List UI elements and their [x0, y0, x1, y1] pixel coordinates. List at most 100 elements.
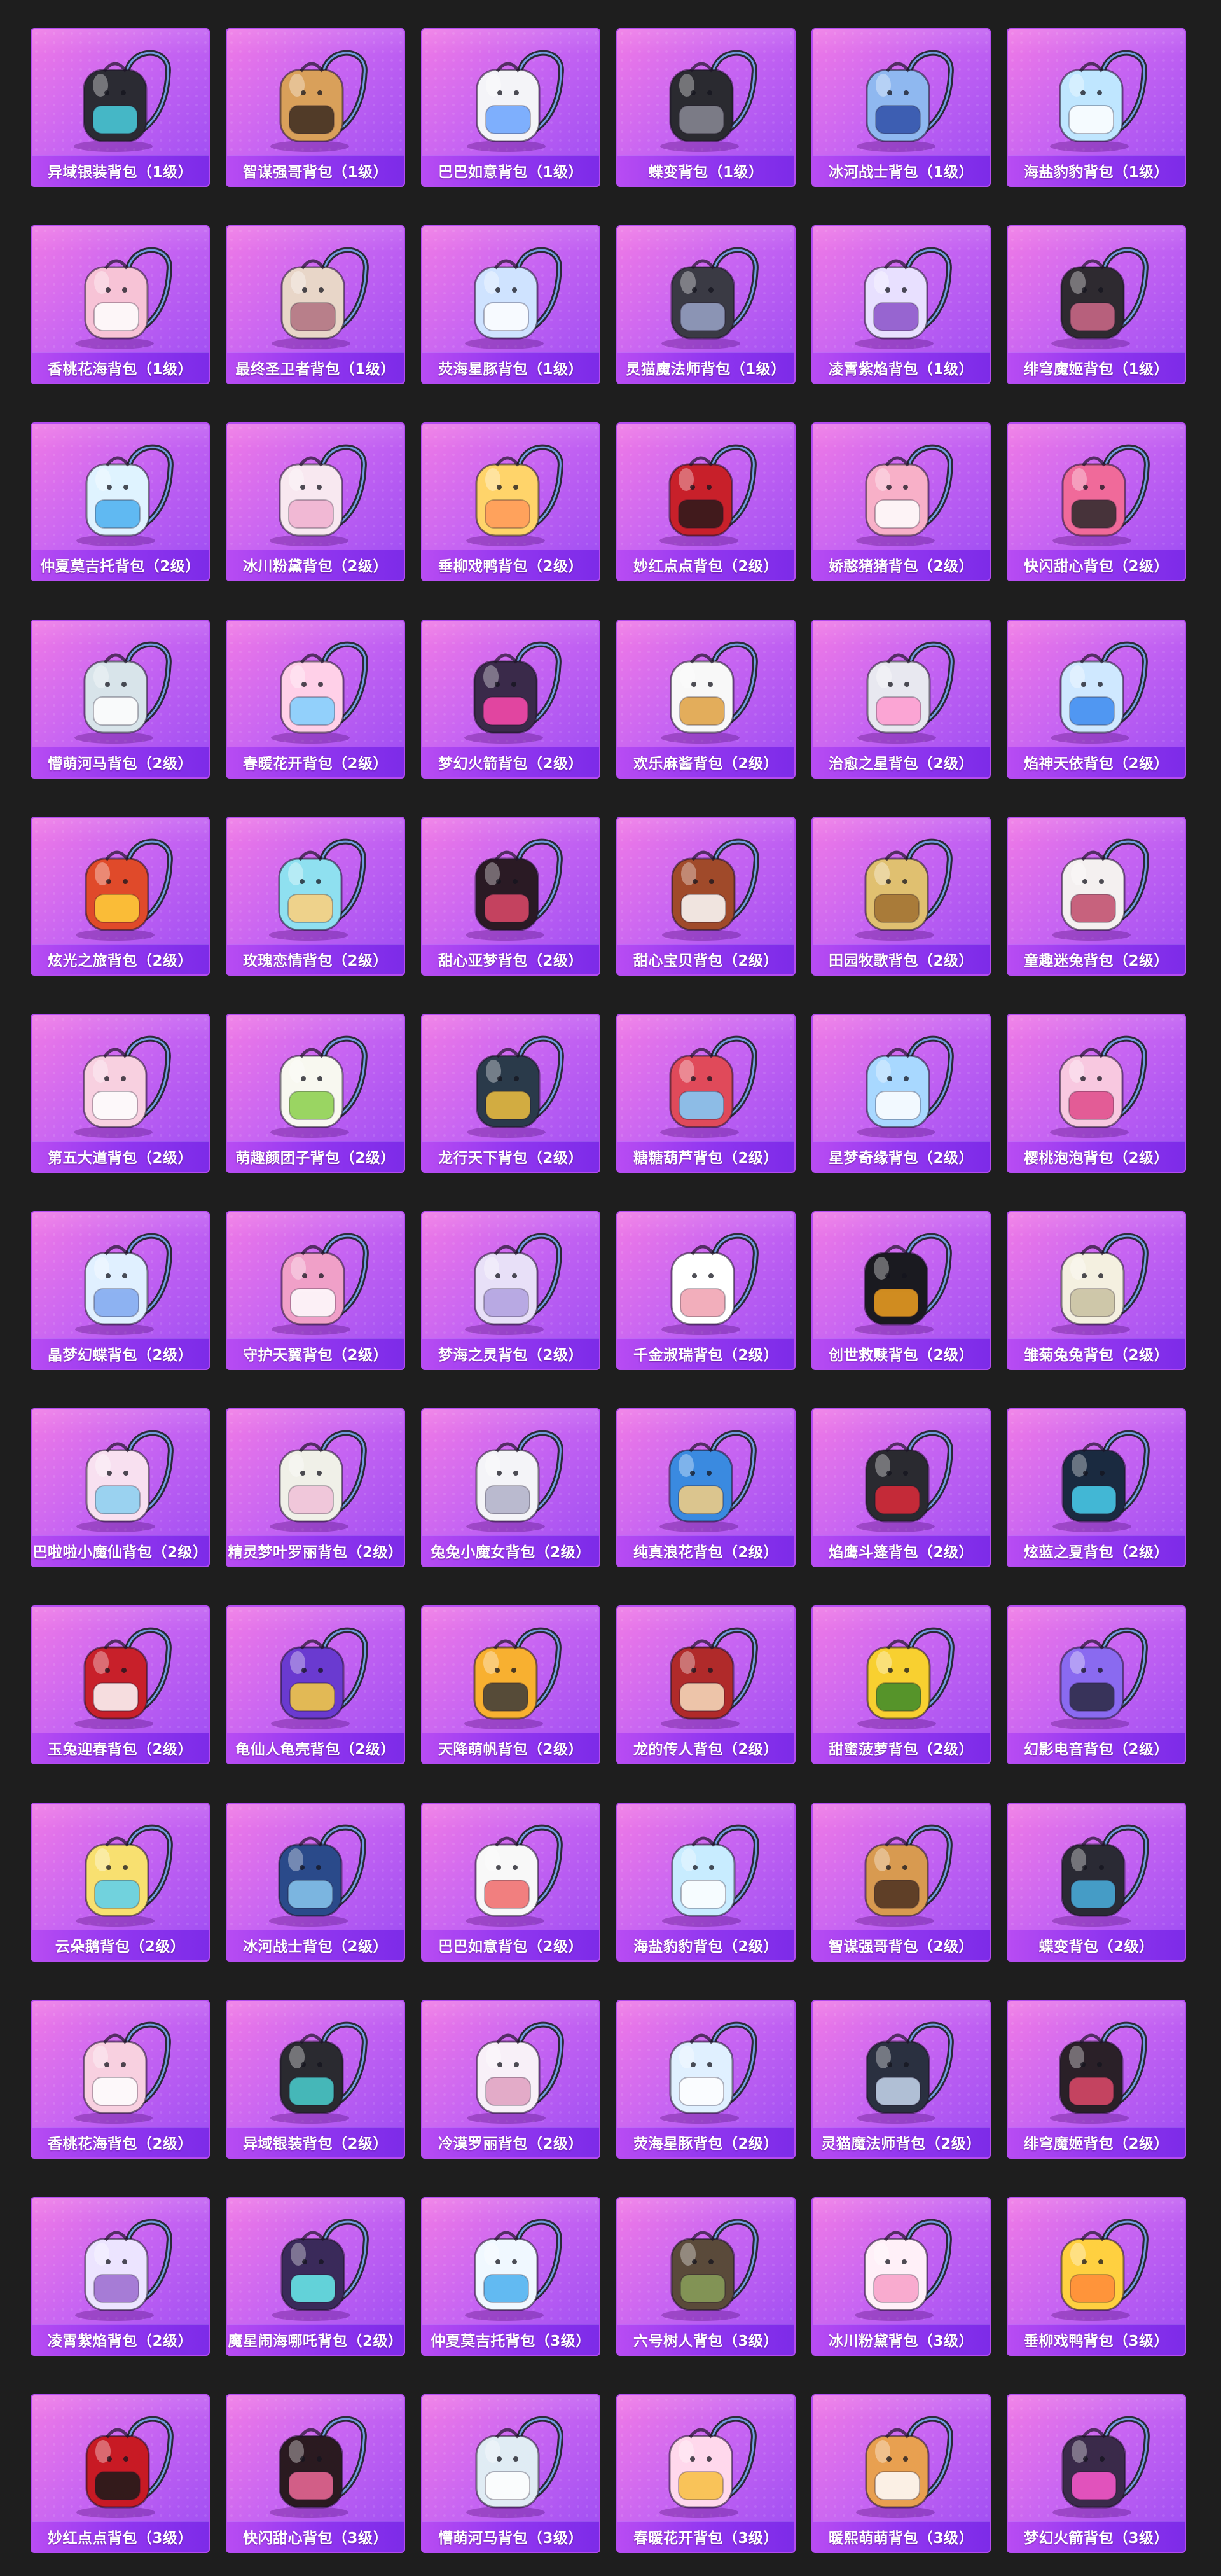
backpack-card[interactable]: 快闪甜心背包（3级） — [226, 2394, 405, 2553]
label-bar: 田园牧歌背包（2级） — [813, 944, 990, 974]
backpack-name: 冷漠罗丽背包（2级） — [438, 2136, 583, 2152]
backpack-card[interactable]: 异域银装背包（1级） — [31, 28, 210, 187]
backpack-card[interactable]: 海盐豹豹背包（2级） — [616, 1803, 796, 1962]
backpack-name: 六号树人背包（3级） — [633, 2333, 778, 2350]
backpack-icon — [813, 1415, 990, 1535]
backpack-card[interactable]: 治愈之星背包（2级） — [811, 620, 991, 779]
backpack-card[interactable]: 欢乐麻酱背包（2级） — [616, 620, 796, 779]
backpack-card[interactable]: 垂柳戏鸭背包（3级） — [1007, 2197, 1186, 2356]
backpack-card[interactable]: 龙的传人背包（2级） — [616, 1605, 796, 1764]
backpack-card[interactable]: 香桃花海背包（2级） — [31, 2000, 210, 2159]
backpack-card[interactable]: 魔星闹海哪吒背包（2级） — [226, 2197, 405, 2356]
backpack-card[interactable]: 幻影电音背包（2级） — [1007, 1605, 1186, 1764]
backpack-card[interactable]: 暖熙萌萌背包（3级） — [811, 2394, 991, 2553]
backpack-card[interactable]: 梦幻火箭背包（3级） — [1007, 2394, 1186, 2553]
backpack-card[interactable]: 玫瑰恋情背包（2级） — [226, 817, 405, 976]
backpack-card[interactable]: 冰川粉黛背包（3级） — [811, 2197, 991, 2356]
backpack-card[interactable]: 第五大道背包（2级） — [31, 1014, 210, 1173]
backpack-card[interactable]: 冰河战士背包（1级） — [811, 28, 991, 187]
backpack-name: 暖熙萌萌背包（3级） — [828, 2530, 974, 2547]
backpack-card[interactable]: 智谋强哥背包（1级） — [226, 28, 405, 187]
backpack-icon — [1008, 626, 1185, 747]
backpack-card[interactable]: 梦海之灵背包（2级） — [421, 1211, 600, 1370]
backpack-card[interactable]: 龙行天下背包（2级） — [421, 1014, 600, 1173]
backpack-card[interactable]: 智谋强哥背包（2级） — [811, 1803, 991, 1962]
label-bar: 海盐豹豹背包（2级） — [617, 1930, 794, 1960]
backpack-card[interactable]: 懵萌河马背包（3级） — [421, 2394, 600, 2553]
backpack-card[interactable]: 创世救赎背包（2级） — [811, 1211, 991, 1370]
backpack-name: 欢乐麻酱背包（2级） — [633, 756, 778, 772]
backpack-card[interactable]: 六号树人背包（3级） — [616, 2197, 796, 2356]
backpack-card[interactable]: 海盐豹豹背包（1级） — [1007, 28, 1186, 187]
backpack-card[interactable]: 最终圣卫者背包（1级） — [226, 225, 405, 384]
backpack-card[interactable]: 巴巴如意背包（1级） — [421, 28, 600, 187]
backpack-card[interactable]: 荧海星豚背包（1级） — [421, 225, 600, 384]
label-bar: 纯真浪花背包（2级） — [617, 1535, 794, 1566]
backpack-card[interactable]: 焰鹰斗篷背包（2级） — [811, 1408, 991, 1567]
backpack-name: 焰鹰斗篷背包（2级） — [828, 1544, 974, 1561]
backpack-card[interactable]: 守护天翼背包（2级） — [226, 1211, 405, 1370]
backpack-card[interactable]: 巴巴如意背包（2级） — [421, 1803, 600, 1962]
backpack-card[interactable]: 云朵鹅背包（2级） — [31, 1803, 210, 1962]
backpack-card[interactable]: 冰川粉黛背包（2级） — [226, 422, 405, 581]
backpack-card[interactable]: 凌霄紫焰背包（2级） — [31, 2197, 210, 2356]
backpack-card[interactable]: 甜心宝贝背包（2级） — [616, 817, 796, 976]
backpack-card[interactable]: 娇憨猪猪背包（2级） — [811, 422, 991, 581]
backpack-card[interactable]: 甜心亚梦背包（2级） — [421, 817, 600, 976]
backpack-card[interactable]: 糖糖葫芦背包（2级） — [616, 1014, 796, 1173]
backpack-card[interactable]: 巴啦啦小魔仙背包（2级） — [31, 1408, 210, 1567]
backpack-card[interactable]: 炫光之旅背包（2级） — [31, 817, 210, 976]
backpack-card[interactable]: 晶梦幻蝶背包（2级） — [31, 1211, 210, 1370]
backpack-card[interactable]: 炫蓝之夏背包（2级） — [1007, 1408, 1186, 1567]
backpack-icon — [422, 626, 599, 747]
backpack-icon — [227, 34, 404, 155]
backpack-card[interactable]: 甜蜜菠萝背包（2级） — [811, 1605, 991, 1764]
backpack-card[interactable]: 梦幻火箭背包（2级） — [421, 620, 600, 779]
backpack-card[interactable]: 荧海星豚背包（2级） — [616, 2000, 796, 2159]
backpack-icon — [813, 1217, 990, 1338]
backpack-card[interactable]: 萌趣颜团子背包（2级） — [226, 1014, 405, 1173]
backpack-name: 垂柳戏鸭背包（2级） — [438, 558, 583, 575]
backpack-card[interactable]: 冰河战士背包（2级） — [226, 1803, 405, 1962]
backpack-card[interactable]: 冷漠罗丽背包（2级） — [421, 2000, 600, 2159]
backpack-card[interactable]: 春暖花开背包（3级） — [616, 2394, 796, 2553]
backpack-card[interactable]: 仲夏莫吉托背包（2级） — [31, 422, 210, 581]
backpack-card[interactable]: 绯穹魔姬背包（1级） — [1007, 225, 1186, 384]
backpack-card[interactable]: 蝶变背包（2级） — [1007, 1803, 1186, 1962]
label-bar: 凌霄紫焰背包（2级） — [32, 2324, 209, 2355]
backpack-card[interactable]: 纯真浪花背包（2级） — [616, 1408, 796, 1567]
backpack-card[interactable]: 焰神天依背包（2级） — [1007, 620, 1186, 779]
backpack-name: 樱桃泡泡背包（2级） — [1023, 1150, 1169, 1167]
backpack-card[interactable]: 童趣迷兔背包（2级） — [1007, 817, 1186, 976]
backpack-card[interactable]: 樱桃泡泡背包（2级） — [1007, 1014, 1186, 1173]
backpack-icon — [227, 1415, 404, 1535]
backpack-card[interactable]: 精灵梦叶罗丽背包（2级） — [226, 1408, 405, 1567]
backpack-card[interactable]: 妙红点点背包（2级） — [616, 422, 796, 581]
backpack-card[interactable]: 星梦奇缘背包（2级） — [811, 1014, 991, 1173]
backpack-card[interactable]: 仲夏莫吉托背包（3级） — [421, 2197, 600, 2356]
backpack-card[interactable]: 蝶变背包（1级） — [616, 28, 796, 187]
backpack-card[interactable]: 凌霄紫焰背包（1级） — [811, 225, 991, 384]
backpack-card[interactable]: 雏菊兔兔背包（2级） — [1007, 1211, 1186, 1370]
backpack-name: 梦幻火箭背包（2级） — [438, 756, 583, 772]
backpack-card[interactable]: 绯穹魔姬背包（2级） — [1007, 2000, 1186, 2159]
backpack-icon — [227, 2400, 404, 2521]
backpack-card[interactable]: 龟仙人龟壳背包（2级） — [226, 1605, 405, 1764]
backpack-card[interactable]: 兔兔小魔女背包（2级） — [421, 1408, 600, 1567]
backpack-card[interactable]: 快闪甜心背包（2级） — [1007, 422, 1186, 581]
backpack-card[interactable]: 千金淑瑞背包（2级） — [616, 1211, 796, 1370]
backpack-card[interactable]: 灵猫魔法师背包（1级） — [616, 225, 796, 384]
backpack-card[interactable]: 香桃花海背包（1级） — [31, 225, 210, 384]
backpack-card[interactable]: 玉兔迎春背包（2级） — [31, 1605, 210, 1764]
backpack-name: 蝶变背包（2级） — [1038, 1939, 1154, 1955]
backpack-card[interactable]: 春暖花开背包（2级） — [226, 620, 405, 779]
backpack-card[interactable]: 懵萌河马背包（2级） — [31, 620, 210, 779]
backpack-card[interactable]: 田园牧歌背包（2级） — [811, 817, 991, 976]
backpack-card[interactable]: 妙红点点背包（3级） — [31, 2394, 210, 2553]
backpack-name: 香桃花海背包（1级） — [47, 361, 193, 378]
backpack-card[interactable]: 垂柳戏鸭背包（2级） — [421, 422, 600, 581]
backpack-card[interactable]: 异域银装背包（2级） — [226, 2000, 405, 2159]
backpack-card[interactable]: 天降萌帆背包（2级） — [421, 1605, 600, 1764]
backpack-name: 魔星闹海哪吒背包（2级） — [228, 2333, 403, 2350]
backpack-card[interactable]: 灵猫魔法师背包（2级） — [811, 2000, 991, 2159]
